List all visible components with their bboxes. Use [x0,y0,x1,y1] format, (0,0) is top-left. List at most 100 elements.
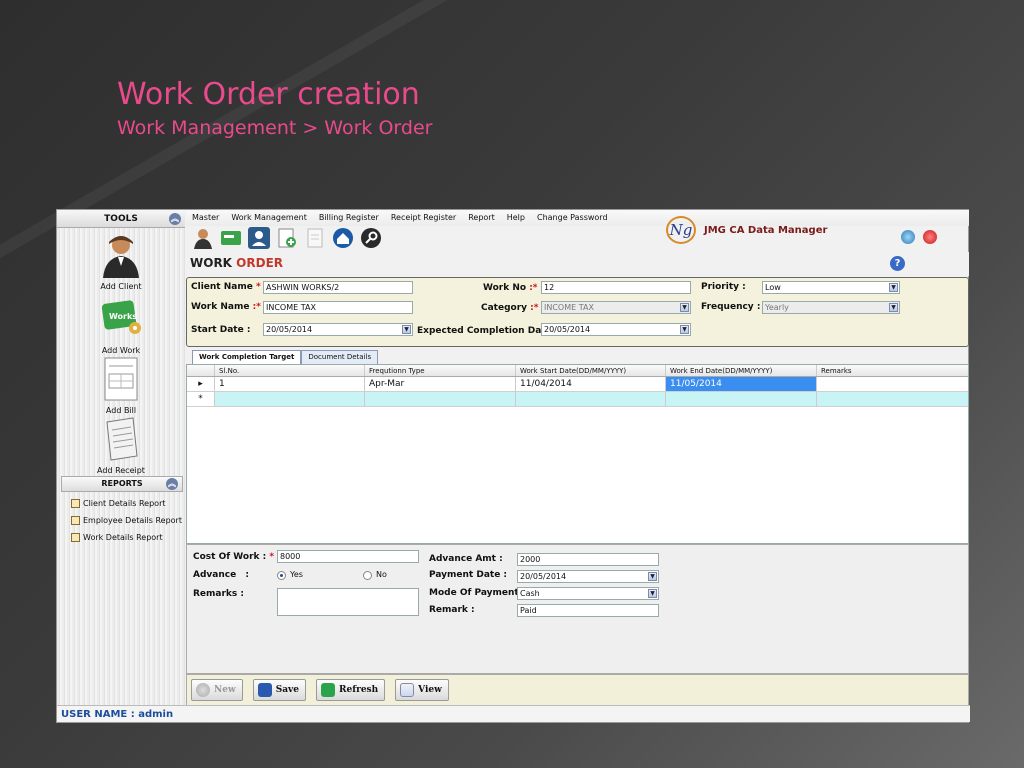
label-text: Advance [193,570,237,580]
tools-header: TOOLS ︽ [57,210,185,228]
menu-change-password[interactable]: Change Password [531,210,614,226]
advance-amt-field[interactable]: 2000 [517,553,659,566]
collapse-icon[interactable]: ︽ [169,213,181,225]
menu-billing-register[interactable]: Billing Register [313,210,385,226]
priority-select[interactable]: Low ▼ [762,281,900,294]
dropdown-arrow-icon: ▼ [889,303,898,312]
advance-amt-label: Advance Amt : [429,554,503,564]
dropdown-arrow-icon[interactable]: ▼ [680,325,689,334]
status-bar: USER NAME : admin [57,705,970,722]
key-icon[interactable] [360,227,382,249]
cell-frequency[interactable]: Apr-Mar [365,377,516,391]
column-header[interactable]: Work End Date(DD/MM/YYYY) [666,365,817,376]
payment-date-value: 20/05/2014 [520,572,567,581]
work-name-label: Work Name :* [191,302,261,312]
grid-corner [187,365,215,376]
power-icon[interactable] [923,230,937,244]
menu-receipt-register[interactable]: Receipt Register [385,210,462,226]
work-order-form: Client Name * ASHWIN WORKS/2 Work No :* … [186,277,969,347]
brand-name: JMG CA Data Manager [704,224,828,236]
report-client-details[interactable]: Client Details Report [71,499,166,508]
menu-work-management[interactable]: Work Management [225,210,313,226]
cell-remarks[interactable] [817,377,968,391]
tool-add-work[interactable]: Works Add Work [57,296,185,355]
advance-no-radio[interactable] [363,571,372,580]
completion-grid: Sl.No. Frequtionn Type Work Start Date(D… [186,364,969,544]
mode-of-payment-select[interactable]: Cash ▼ [517,587,659,600]
tools-title: TOOLS [104,214,138,224]
dropdown-arrow-icon[interactable]: ▼ [402,325,411,334]
client-icon[interactable] [192,227,214,249]
payment-date-picker[interactable]: 20/05/2014 ▼ [517,570,659,583]
refresh-button[interactable]: Refresh [316,679,386,701]
new-row-marker-icon: * [187,392,215,406]
column-header[interactable]: Work Start Date(DD/MM/YYYY) [516,365,666,376]
app-window: TOOLS ︽ Add Client Works Add Work Add Bi… [56,209,970,723]
cell-start-date[interactable]: 11/04/2014 [516,377,666,391]
row-selector-icon[interactable]: ▸ [187,377,215,391]
expected-completion-picker[interactable]: 20/05/2014 ▼ [541,323,691,336]
tools-panel: TOOLS ︽ Add Client Works Add Work Add Bi… [57,210,185,706]
button-label: Save [275,685,299,695]
menu-master[interactable]: Master [186,210,225,226]
menu-help[interactable]: Help [501,210,531,226]
save-icon [257,683,272,697]
reports-header: REPORTS ︽ [61,476,183,492]
add-document-icon[interactable] [276,227,298,249]
button-label: View [418,685,442,695]
home-icon[interactable] [332,227,354,249]
remarks-textarea[interactable] [277,588,419,616]
employee-icon[interactable] [248,227,270,249]
menu-report[interactable]: Report [462,210,501,226]
work-name-field[interactable]: INCOME TAX [263,301,413,314]
help-icon[interactable]: ? [890,256,905,271]
collapse-icon[interactable]: ︽ [166,478,178,490]
dropdown-arrow-icon[interactable]: ▼ [648,572,657,581]
advance-no-label: No [376,570,387,579]
minimize-icon[interactable] [901,230,915,244]
remark-field[interactable]: Paid [517,604,659,617]
new-cell[interactable] [666,392,817,406]
tool-add-bill[interactable]: Add Bill [57,356,185,415]
tool-add-client[interactable]: Add Client [57,232,185,291]
tab-work-completion-target[interactable]: Work Completion Target [192,350,302,364]
frequency-label: Frequency : [701,302,760,312]
new-cell[interactable] [365,392,516,406]
new-cell[interactable] [516,392,666,406]
new-row[interactable]: * [187,392,968,407]
new-cell[interactable] [817,392,968,406]
advance-yes-radio[interactable] [277,571,286,580]
table-row[interactable]: ▸ 1 Apr-Mar 11/04/2014 11/05/2014 [187,377,968,392]
button-label: Refresh [339,685,379,695]
mode-of-payment-label: Mode Of Payment : [429,588,526,598]
receipt-icon [99,416,143,462]
works-icon[interactable] [220,227,242,249]
report-work-details[interactable]: Work Details Report [71,533,163,542]
column-header[interactable]: Remarks [817,365,968,376]
report-employee-details[interactable]: Employee Details Report [71,516,182,525]
main-area: Master Work Management Billing Register … [186,210,969,706]
column-header[interactable]: Sl.No. [215,365,365,376]
cost-of-work-label: Cost Of Work : * [193,552,274,562]
dropdown-arrow-icon[interactable]: ▼ [648,589,657,598]
cell-slno[interactable]: 1 [215,377,365,391]
blank-document-icon[interactable] [304,227,326,249]
brand-logo: Ng [666,216,696,244]
svg-text:Works: Works [109,312,137,321]
view-button[interactable]: View [395,679,449,701]
cell-end-date[interactable]: 11/05/2014 [666,377,817,391]
dropdown-arrow-icon[interactable]: ▼ [889,283,898,292]
cost-of-work-field[interactable]: 8000 [277,550,419,563]
new-cell[interactable] [215,392,365,406]
column-header[interactable]: Frequtionn Type [365,365,516,376]
start-date-picker[interactable]: 20/05/2014 ▼ [263,323,413,336]
report-label: Work Details Report [83,533,163,542]
tab-document-details[interactable]: Document Details [301,350,379,364]
tool-label: Add Receipt [97,466,145,475]
work-no-field[interactable]: 12 [541,281,691,294]
expected-completion-label: Expected Completion Date : [417,326,559,336]
tool-add-receipt[interactable]: Add Receipt [57,416,185,475]
required-mark: :* [529,283,538,293]
client-name-field[interactable]: ASHWIN WORKS/2 [263,281,413,294]
save-button[interactable]: Save [252,679,306,701]
